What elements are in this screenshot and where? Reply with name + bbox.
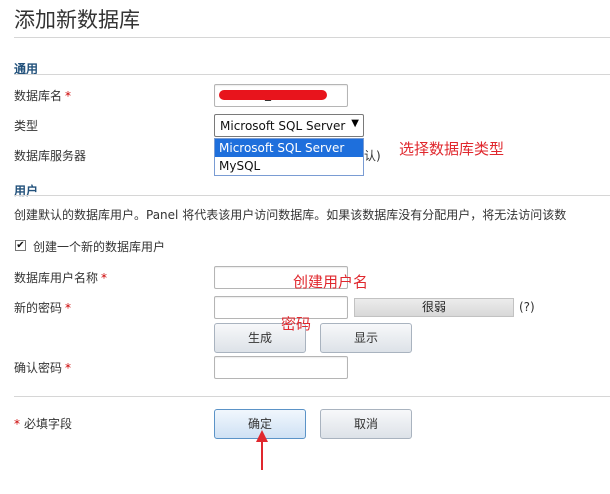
type-selected-value: Microsoft SQL Server <box>220 119 346 133</box>
required-asterisk: * <box>14 417 20 431</box>
page-title: 添加新数据库 <box>14 8 140 32</box>
server-value: 认) <box>364 149 381 163</box>
required-asterisk: * <box>65 301 72 315</box>
db-name-value: _ <box>265 87 271 101</box>
db-name-label-text: 数据库名 <box>14 89 63 103</box>
annotation-password: 密码 <box>281 315 312 333</box>
users-description: 创建默认的数据库用户。Panel 将代表该用户访问数据库。如果该数据库没有分配用… <box>14 208 567 222</box>
username-label: 数据库用户名称 * <box>14 269 107 286</box>
required-asterisk: * <box>101 271 108 285</box>
red-arrow-icon <box>256 430 268 470</box>
db-name-label: 数据库名 * <box>14 87 71 104</box>
type-label: 类型 <box>14 119 39 133</box>
required-note-text: 必填字段 <box>24 417 73 431</box>
help-link[interactable]: (?) <box>519 300 535 314</box>
username-label-text: 数据库用户名称 <box>14 271 99 285</box>
section-general-divider <box>14 74 610 75</box>
password-label: 新的密码 * <box>14 299 71 316</box>
annotation-select-type: 选择数据库类型 <box>399 140 505 158</box>
annotation-create-username: 创建用户名 <box>293 273 369 291</box>
server-label: 数据库服务器 <box>14 149 87 163</box>
required-asterisk: * <box>65 361 72 375</box>
type-select[interactable]: Microsoft SQL Server ▼ <box>214 114 364 137</box>
cancel-button[interactable]: 取消 <box>320 409 412 439</box>
confirm-password-label: 确认密码 * <box>14 359 71 376</box>
chevron-down-icon: ▼ <box>351 118 359 129</box>
required-asterisk: * <box>65 89 72 103</box>
password-strength-meter: 很弱 <box>354 298 514 317</box>
type-option-mssql[interactable]: Microsoft SQL Server <box>215 139 363 157</box>
confirm-password-input[interactable] <box>214 356 348 379</box>
section-users-divider <box>14 195 610 196</box>
footer-divider <box>14 396 610 397</box>
section-users-title: 用户 <box>14 184 39 198</box>
required-note: * 必填字段 <box>14 415 72 432</box>
confirm-password-label-text: 确认密码 <box>14 361 63 375</box>
type-dropdown-list: Microsoft SQL Server MySQL <box>214 138 364 176</box>
redacted-mark <box>219 90 327 100</box>
create-user-label: 创建一个新的数据库用户 <box>33 240 166 254</box>
password-label-text: 新的密码 <box>14 301 63 315</box>
create-user-checkbox[interactable]: ✔ <box>15 240 26 251</box>
db-name-input[interactable]: _ <box>214 84 348 107</box>
type-option-mysql[interactable]: MySQL <box>215 157 363 175</box>
title-divider <box>14 37 610 38</box>
show-button[interactable]: 显示 <box>320 323 412 353</box>
